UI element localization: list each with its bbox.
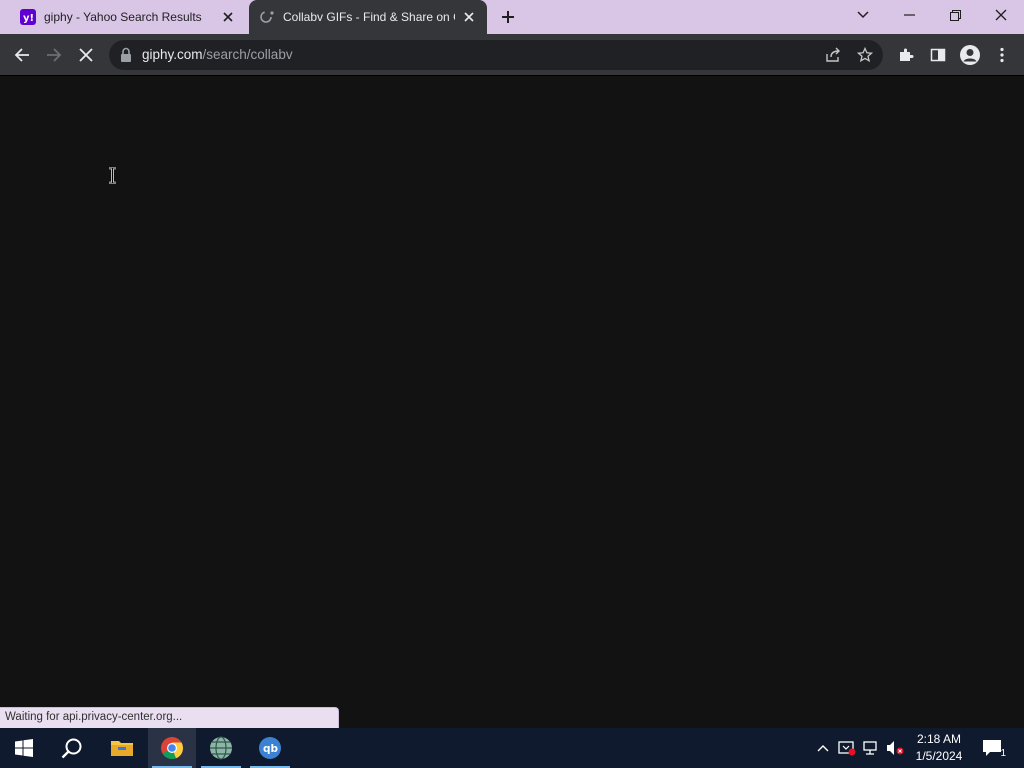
stop-icon xyxy=(79,48,93,62)
profile-button[interactable] xyxy=(958,43,982,67)
notification-icon xyxy=(983,740,1001,756)
tab-giphy[interactable]: Collabv GIFs - Find & Share on GIPHY xyxy=(249,0,487,34)
avatar-icon xyxy=(960,45,980,65)
stop-loading-button[interactable] xyxy=(74,43,98,67)
browser-toolbar: giphy.com/search/collabv xyxy=(0,34,1024,76)
side-panel-icon xyxy=(930,48,946,62)
minimize-icon xyxy=(903,14,915,16)
restore-button[interactable] xyxy=(932,0,978,30)
arrow-left-icon xyxy=(14,48,29,62)
chrome-icon xyxy=(161,737,184,760)
back-button[interactable] xyxy=(10,43,34,67)
svg-text:y!: y! xyxy=(23,13,34,24)
tab-search-button[interactable] xyxy=(840,0,886,30)
taskbar: qb 2:18 AM 1/5/2024 1 xyxy=(0,728,1024,768)
file-explorer-icon xyxy=(111,741,133,756)
chevron-down-icon xyxy=(857,11,869,19)
tab-yahoo-search[interactable]: y! giphy - Yahoo Search Results xyxy=(10,0,246,34)
chevron-up-icon xyxy=(817,745,829,752)
lock-icon xyxy=(121,47,131,62)
tab-strip: y! giphy - Yahoo Search Results Collabv … xyxy=(0,0,1024,34)
network-app-icon xyxy=(210,736,232,760)
restore-icon xyxy=(949,9,961,21)
extensions-button[interactable] xyxy=(894,43,918,67)
search-icon xyxy=(61,738,82,759)
taskbar-search-button[interactable] xyxy=(48,728,96,768)
star-icon xyxy=(857,47,873,63)
url-host: giphy.com xyxy=(142,47,203,62)
close-icon xyxy=(995,9,1007,21)
menu-button[interactable] xyxy=(990,43,1014,67)
tray-volume-icon[interactable] xyxy=(885,738,905,758)
arrow-right-icon xyxy=(47,48,62,62)
new-tab-button[interactable] xyxy=(498,7,518,27)
start-button[interactable] xyxy=(0,728,48,768)
close-tab-icon[interactable] xyxy=(220,9,236,25)
close-tab-icon[interactable] xyxy=(461,9,477,25)
text-cursor-icon xyxy=(109,167,116,184)
plus-icon xyxy=(502,11,514,23)
tab-title: Collabv GIFs - Find & Share on GIPHY xyxy=(283,10,455,24)
taskbar-qbittorrent[interactable]: qb xyxy=(246,728,294,768)
taskbar-file-explorer[interactable] xyxy=(98,728,146,768)
address-bar[interactable]: giphy.com/search/collabv xyxy=(109,40,883,70)
share-icon xyxy=(826,47,840,62)
clock-time: 2:18 AM xyxy=(916,732,962,746)
system-clock[interactable]: 2:18 AM 1/5/2024 xyxy=(908,731,970,765)
security-warning-icon xyxy=(838,741,856,756)
tray-security-icon[interactable] xyxy=(837,738,857,758)
notification-count: 1 xyxy=(1000,748,1006,759)
qbittorrent-icon: qb xyxy=(259,737,281,759)
svg-text:qb: qb xyxy=(263,743,279,755)
side-panel-button[interactable] xyxy=(926,43,950,67)
taskbar-chrome[interactable] xyxy=(148,728,196,768)
giphy-loading-icon xyxy=(259,9,275,25)
close-window-button[interactable] xyxy=(978,0,1024,30)
tab-title: giphy - Yahoo Search Results xyxy=(44,10,202,24)
status-bubble: Waiting for api.privacy-center.org... xyxy=(0,707,339,728)
share-button[interactable] xyxy=(823,45,843,65)
url-text[interactable]: giphy.com/search/collabv xyxy=(142,47,293,62)
minimize-button[interactable] xyxy=(886,0,932,30)
page-content[interactable] xyxy=(0,77,1024,728)
puzzle-icon xyxy=(900,48,914,61)
windows-start-icon xyxy=(15,739,33,757)
tray-network-icon[interactable] xyxy=(861,738,881,758)
more-vertical-icon xyxy=(1000,47,1004,63)
forward-button[interactable] xyxy=(42,43,66,67)
yahoo-icon: y! xyxy=(20,9,36,25)
network-icon xyxy=(863,741,877,755)
show-hidden-icons-button[interactable] xyxy=(813,738,833,758)
volume-muted-icon xyxy=(887,741,904,755)
taskbar-network-app[interactable] xyxy=(197,728,245,768)
clock-date: 1/5/2024 xyxy=(915,749,963,763)
bookmark-button[interactable] xyxy=(855,45,875,65)
action-center-button[interactable]: 1 xyxy=(980,736,1008,760)
url-path: /search/collabv xyxy=(202,47,293,62)
